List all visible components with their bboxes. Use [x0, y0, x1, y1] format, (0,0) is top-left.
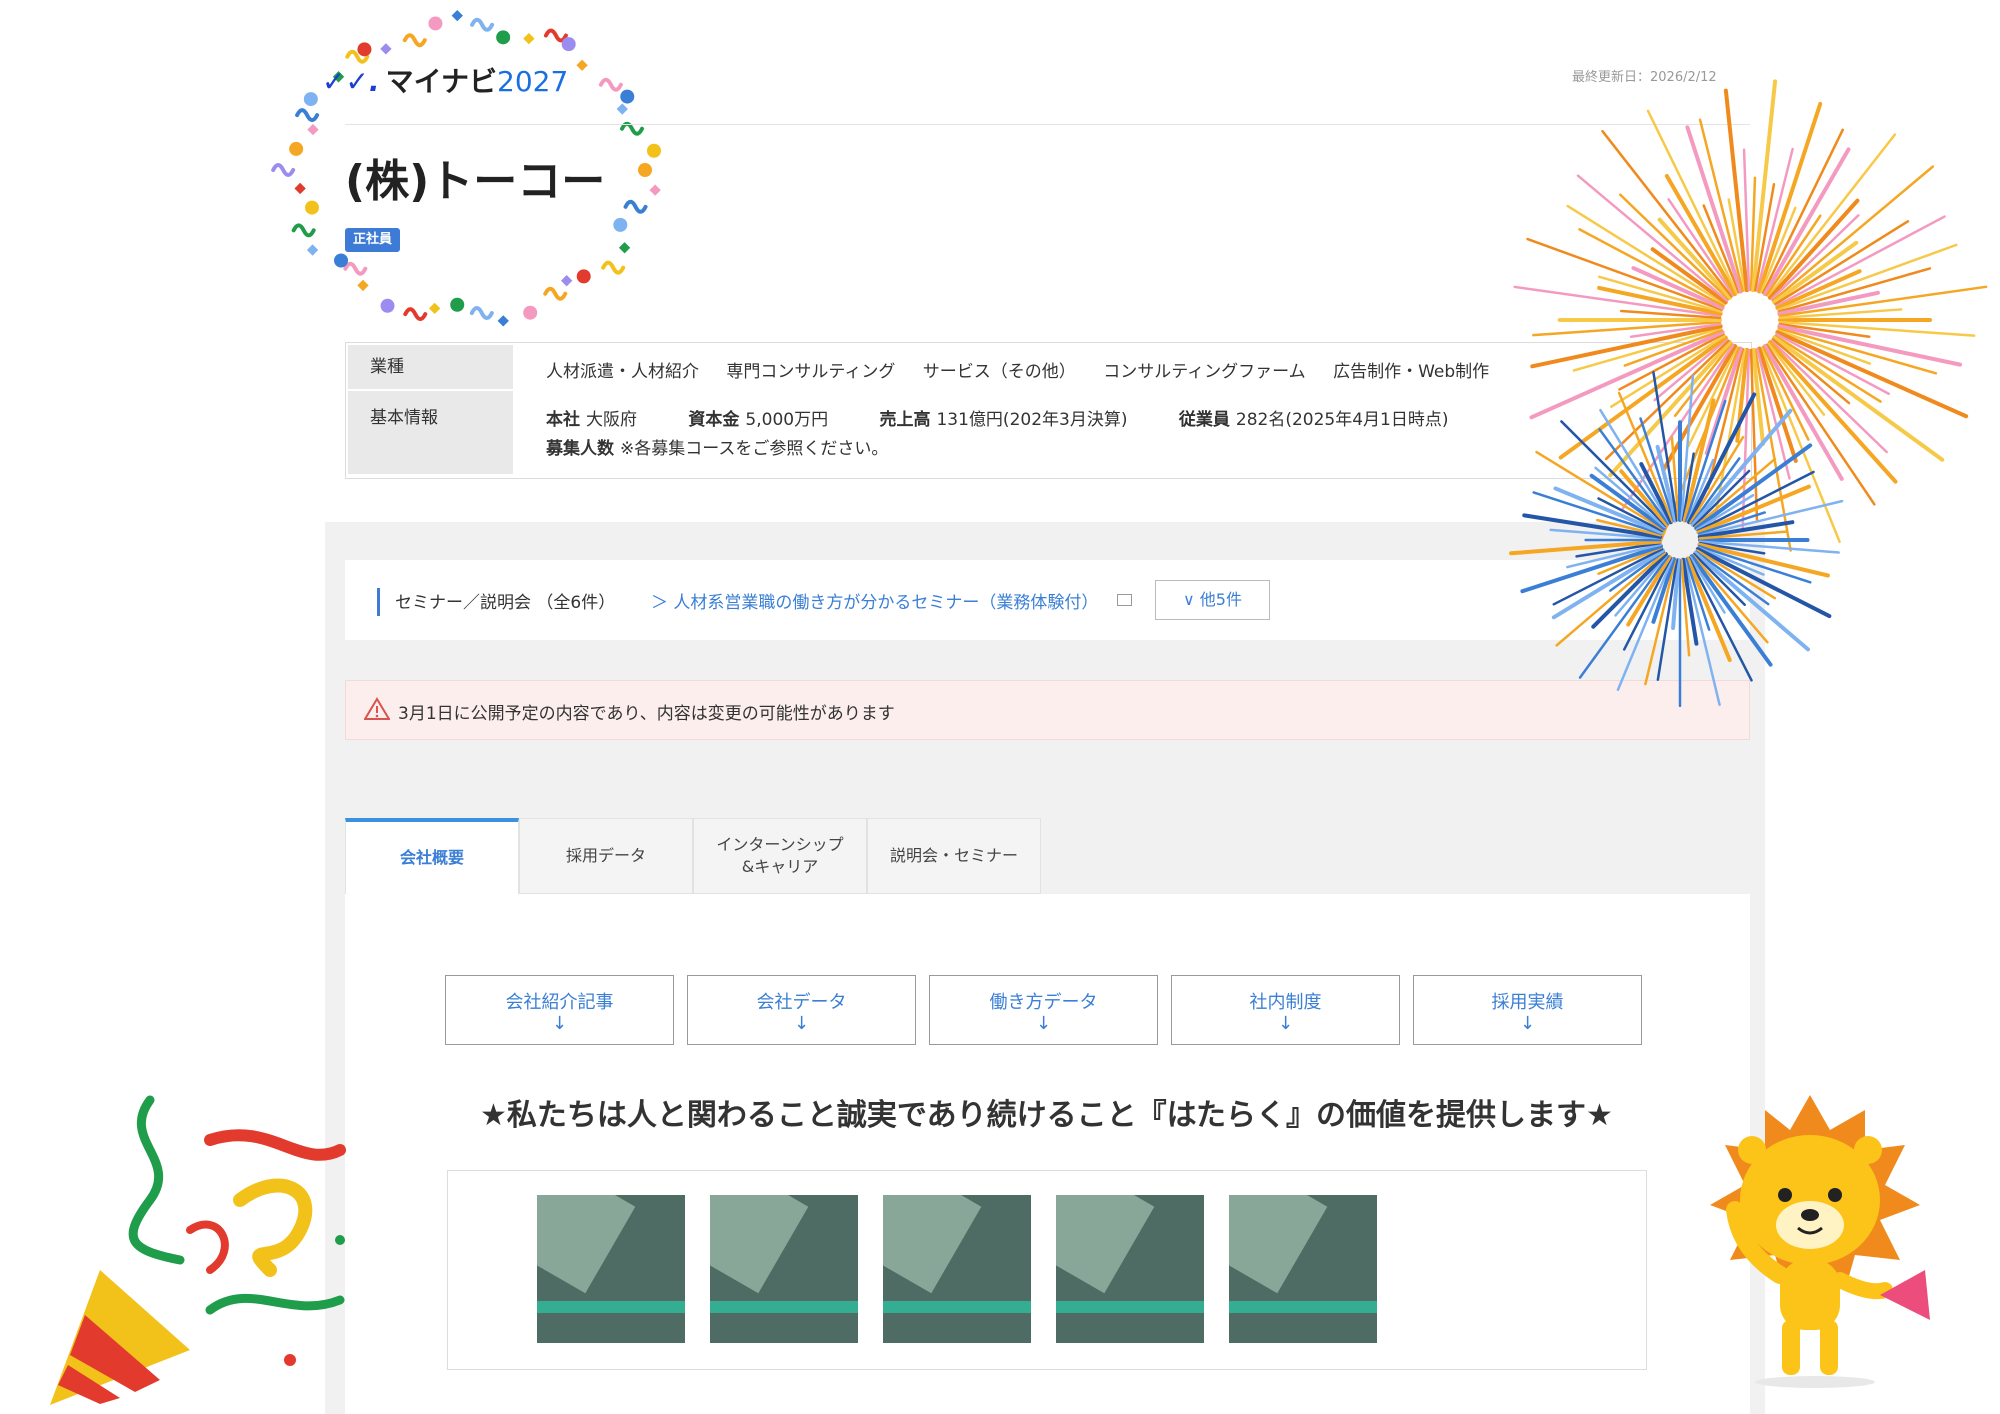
tab-seminar[interactable]: 説明会・セミナー: [867, 818, 1041, 894]
recruit-count-value: ※各募集コースをご参照ください。: [620, 439, 889, 459]
gallery-photo[interactable]: [1229, 1195, 1377, 1343]
industry-item: 専門コンサルティング: [726, 362, 896, 382]
hq-value: 大阪府: [586, 410, 637, 430]
seminar-label: セミナー／説明会 （全6件）: [395, 593, 616, 613]
industry-values: 人材派遣・人材紹介 専門コンサルティング サービス（その他） コンサルティングフ…: [546, 357, 1511, 382]
basic-info-label: 基本情報: [348, 391, 513, 474]
anchor-company-data-button[interactable]: 会社データ ↓: [687, 975, 916, 1045]
seminar-link[interactable]: ＞ 人材系営業職の働き方が分かるセミナー（業務体験付）: [651, 588, 1098, 613]
fireworks-blue-decoration: [1509, 371, 1844, 708]
gallery-photo[interactable]: [1056, 1195, 1204, 1343]
seminar-accent-bar: [377, 588, 380, 616]
anchor-work-style-data-button[interactable]: 働き方データ ↓: [929, 975, 1158, 1045]
industry-item: サービス（その他）: [922, 362, 1076, 382]
industry-item: 人材派遣・人材紹介: [546, 362, 699, 382]
capital-value: 5,000万円: [745, 410, 829, 430]
tab-company-overview[interactable]: 会社概要: [345, 818, 519, 894]
employment-type-badge: 正社員: [345, 228, 401, 252]
anchor-company-article-button[interactable]: 会社紹介記事 ↓: [445, 975, 674, 1045]
sales-value: 131億円(202年3月決算): [936, 410, 1128, 430]
tab-recruitment-data[interactable]: 採用データ: [519, 818, 693, 894]
gallery-photo[interactable]: [537, 1195, 685, 1343]
industry-item: コンサルティングファーム: [1103, 362, 1306, 382]
warning-icon: [364, 697, 390, 720]
basic-info-line: 本社 大阪府 資本金 5,000万円 売上高 131億円(202年3月決算) 従業員 2…: [546, 410, 1449, 430]
down-arrow-icon: ↓: [551, 1013, 568, 1034]
gallery-photo[interactable]: [710, 1195, 858, 1343]
mynavi-mark-icon: ✓✓.: [322, 65, 380, 98]
down-arrow-icon: ↓: [1519, 1013, 1536, 1034]
lion-mascot-icon: [1710, 1095, 1930, 1388]
down-arrow-icon: ↓: [1277, 1013, 1294, 1034]
company-name: (株)トーコー: [345, 156, 606, 207]
external-window-icon: [1117, 594, 1132, 606]
recruit-count-line: 募集人数 ※各募集コースをご参照ください。: [546, 439, 889, 459]
company-catchphrase: ★私たちは人と関わること誠実であり続けること『はたらく』の価値を提供します★: [480, 1098, 1613, 1133]
down-arrow-icon: ↓: [1035, 1013, 1052, 1034]
anchor-internal-systems-button[interactable]: 社内制度 ↓: [1171, 975, 1400, 1045]
industry-item: 広告制作・Web制作: [1333, 362, 1490, 382]
employees-value: 282名(2025年4月1日時点): [1235, 410, 1449, 430]
industry-label: 業種: [348, 345, 513, 389]
tab-internship-career[interactable]: インターンシップ &キャリア: [693, 818, 867, 894]
notice-text: 3月1日に公開予定の内容であり、内容は変更の可能性があります: [398, 704, 895, 724]
more-seminars-button[interactable]: ∨ 他5件: [1155, 580, 1270, 620]
anchor-hiring-results-button[interactable]: 採用実績 ↓: [1413, 975, 1642, 1045]
party-popper-decoration: [50, 1095, 346, 1405]
mynavi-logo[interactable]: ✓✓. マイナビ2027: [322, 60, 568, 100]
down-arrow-icon: ↓: [793, 1013, 810, 1034]
gallery-photo[interactable]: [883, 1195, 1031, 1343]
